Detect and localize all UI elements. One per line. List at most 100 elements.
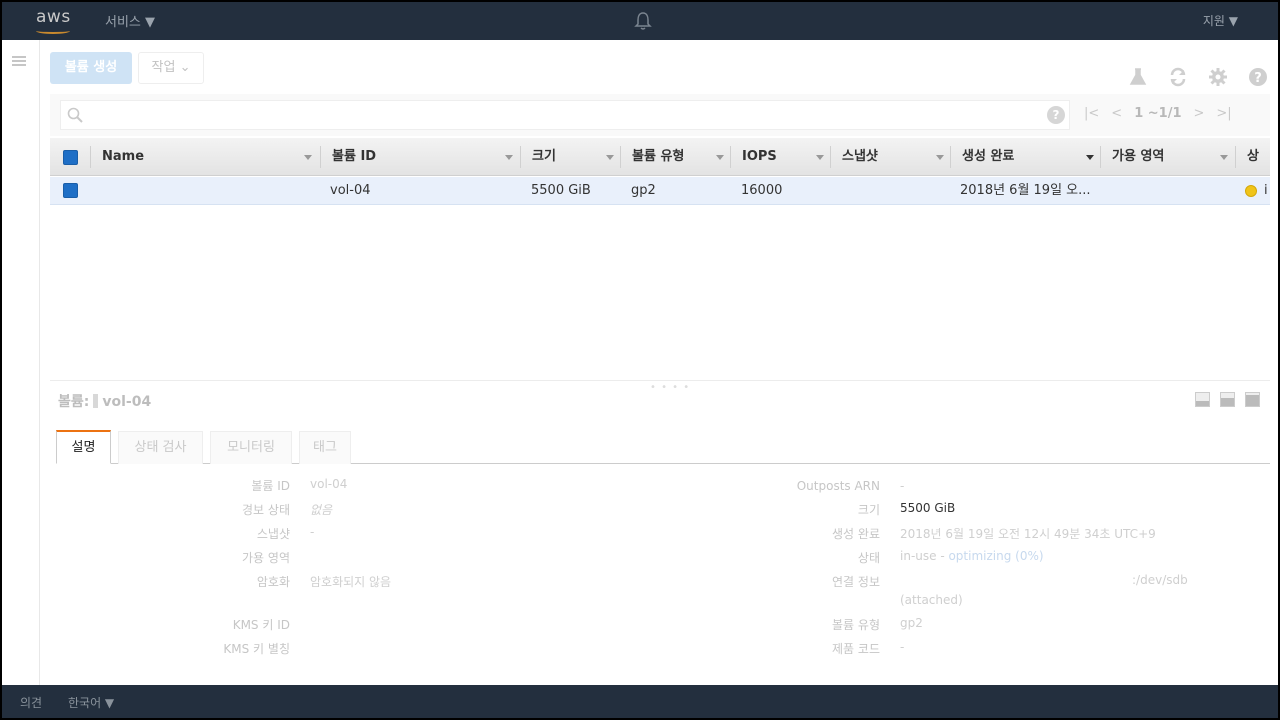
bell-icon[interactable] (634, 11, 652, 31)
label-outposts-arn: Outposts ARN (796, 479, 880, 493)
table-row[interactable]: vol-04 5500 GiB gp2 16000 2018년 6월 19일 오… (50, 177, 1270, 205)
menu-icon[interactable] (12, 56, 26, 66)
sort-caret-icon[interactable] (606, 155, 614, 160)
label-encryption: 암호화 (256, 575, 290, 589)
tab-tags[interactable]: 태그 (299, 431, 351, 464)
services-menu[interactable]: 서비스 ▼ (105, 11, 155, 30)
pane-layout-icons (1195, 392, 1260, 407)
value-encryption: 암호화되지 않음 (310, 575, 392, 589)
pane-splitter[interactable] (50, 380, 1270, 381)
column-label: IOPS (742, 149, 777, 164)
value-attachment-status: (attached) (900, 593, 963, 607)
svg-text:?: ? (1254, 71, 1262, 86)
layout-large-icon[interactable] (1245, 392, 1260, 407)
label-kms-key-id: KMS 키 ID (232, 618, 290, 632)
cell-iops: 16000 (741, 183, 783, 198)
next-page-icon[interactable]: > (1194, 106, 1205, 121)
optimizing-link[interactable]: optimizing (0%) (948, 549, 1043, 563)
help-icon[interactable]: ? (1248, 67, 1268, 87)
column-label: 볼륨 ID (332, 149, 377, 164)
detail-title: 볼륨: vol-04 (58, 391, 151, 411)
refresh-icon[interactable] (1168, 67, 1188, 87)
column-label: 가용 영역 (1112, 149, 1165, 164)
flask-icon[interactable] (1128, 67, 1148, 87)
feedback-link[interactable]: 의견 (20, 694, 42, 711)
prev-page-icon[interactable]: < (1111, 106, 1122, 121)
search-input[interactable]: ? (60, 100, 1070, 130)
detail-title-value: vol-04 (102, 394, 152, 410)
detail-tabs: 설명 상태 검사 모니터링 태그 (56, 429, 1270, 464)
column-header-volume-id[interactable]: 볼륨 ID (320, 138, 520, 176)
label-product-codes: 제품 코드 (832, 642, 880, 656)
cell-state: i (1264, 183, 1268, 198)
column-label: 볼륨 유형 (632, 149, 685, 164)
splitter-grip-icon[interactable]: • • • • (650, 382, 690, 393)
app-window: aws 서비스 ▼ 지원 ▼ 볼륨 생성 작업 ⌄ ? ? |< < 1 ~1/… (2, 2, 1278, 718)
select-all-checkbox[interactable] (63, 150, 78, 165)
value-attachment-device[interactable]: :/dev/sdb (1132, 573, 1188, 587)
label-attachment-info: 연결 정보 (832, 575, 880, 589)
tab-status-checks[interactable]: 상태 검사 (118, 431, 203, 464)
create-volume-button[interactable]: 볼륨 생성 (50, 52, 132, 84)
value-alarm-status: 없음 (310, 503, 333, 517)
value-product-codes: - (900, 640, 905, 654)
layout-small-icon[interactable] (1195, 392, 1210, 407)
column-label: Name (102, 149, 145, 164)
column-header-size[interactable]: 크기 (520, 138, 620, 176)
tab-description[interactable]: 설명 (56, 430, 111, 464)
column-header-availability-zone[interactable]: 가용 영역 (1100, 138, 1235, 176)
sort-caret-icon[interactable] (304, 155, 312, 160)
toolbar-icons: ? (1128, 65, 1268, 89)
search-help-icon[interactable]: ? (1047, 106, 1065, 124)
label-size: 크기 (857, 503, 880, 517)
table-header: Name 볼륨 ID 크기 볼륨 유형 IOPS 스냅샷 생성 완료 가용 영역… (50, 138, 1270, 176)
value-volume-id: vol-04 (310, 477, 348, 491)
row-checkbox[interactable] (63, 183, 78, 198)
value-state: in-use - optimizing (0%) (900, 549, 1044, 563)
value-snapshot: - (310, 525, 315, 539)
label-snapshot: 스냅샷 (256, 527, 290, 541)
label-state: 상태 (857, 551, 880, 565)
column-header-created[interactable]: 생성 완료 (950, 138, 1100, 176)
tab-monitoring[interactable]: 모니터링 (210, 431, 292, 464)
redacted-bar (93, 394, 99, 408)
value-created: 2018년 6월 19일 오전 12시 49분 34초 UTC+9 (900, 527, 1156, 541)
label-volume-type: 볼륨 유형 (832, 618, 880, 632)
column-label: 크기 (532, 149, 556, 164)
footer-bar: 의견 한국어 ▼ (2, 685, 1278, 718)
column-header-name[interactable]: Name (90, 138, 318, 176)
column-label: 생성 완료 (962, 149, 1015, 164)
logo-smile-icon (36, 28, 70, 34)
sort-caret-icon[interactable] (505, 155, 513, 160)
label-volume-id: 볼륨 ID (251, 479, 290, 493)
column-label: 스냅샷 (842, 149, 878, 164)
actions-dropdown[interactable]: 작업 ⌄ (138, 52, 204, 84)
layout-medium-icon[interactable] (1220, 392, 1235, 407)
column-header-iops[interactable]: IOPS (730, 138, 830, 176)
pagination: |< < 1 ~1/1 > >| (1084, 106, 1232, 121)
state-dot-icon (1245, 185, 1257, 197)
sort-caret-icon[interactable] (936, 155, 944, 160)
sort-caret-icon[interactable] (1086, 155, 1094, 160)
cell-created: 2018년 6월 19일 오... (960, 183, 1091, 198)
cell-volume-id: vol-04 (330, 183, 371, 198)
label-availability-zone: 가용 영역 (242, 551, 290, 565)
first-page-icon[interactable]: |< (1084, 106, 1099, 121)
gear-icon[interactable] (1208, 67, 1228, 87)
language-selector[interactable]: 한국어 ▼ (68, 694, 114, 711)
aws-logo[interactable]: aws (36, 7, 71, 34)
sort-caret-icon[interactable] (1220, 155, 1228, 160)
column-header-volume-type[interactable]: 볼륨 유형 (620, 138, 730, 176)
side-rail (2, 40, 40, 685)
filter-bar: ? |< < 1 ~1/1 > >| (50, 94, 1270, 136)
sort-caret-icon[interactable] (816, 155, 824, 160)
support-menu[interactable]: 지원 ▼ (1203, 12, 1238, 29)
last-page-icon[interactable]: >| (1216, 106, 1231, 121)
detail-title-prefix: 볼륨: (58, 394, 90, 410)
cell-size: 5500 GiB (531, 183, 591, 198)
label-kms-key-alias: KMS 키 별칭 (223, 642, 290, 656)
label-alarm-status: 경보 상태 (242, 503, 290, 517)
sort-caret-icon[interactable] (716, 155, 724, 160)
column-header-snapshot[interactable]: 스냅샷 (830, 138, 950, 176)
column-header-state[interactable]: 상태 (1235, 138, 1270, 176)
